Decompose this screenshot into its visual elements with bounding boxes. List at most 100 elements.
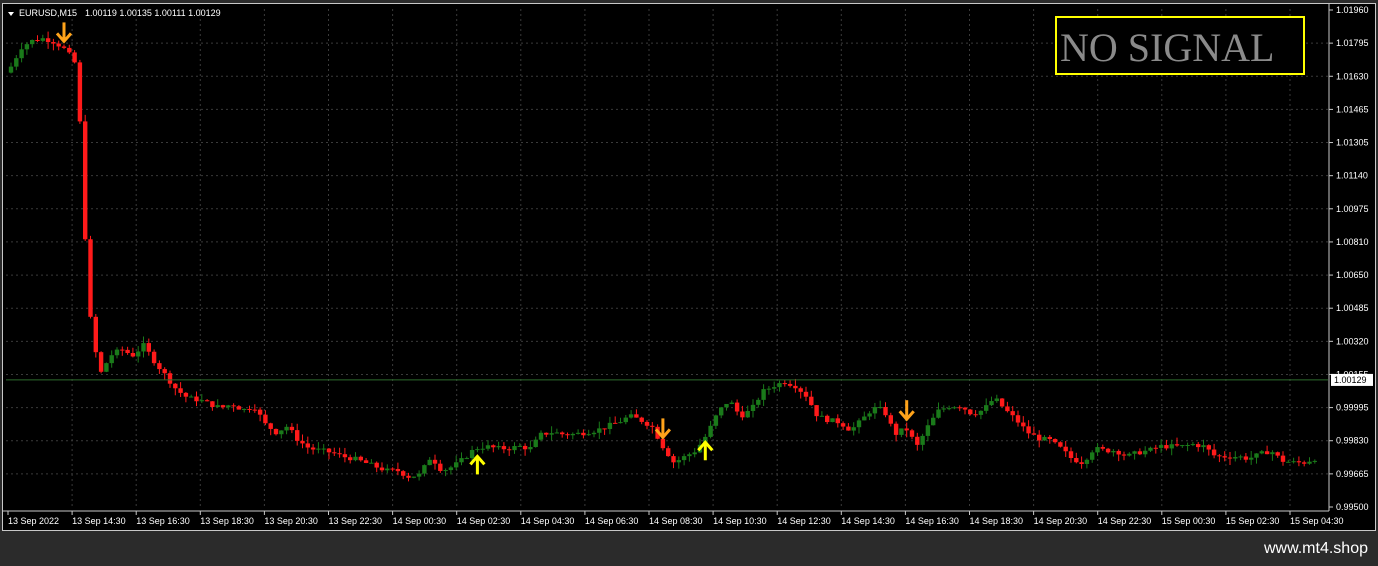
- candle-body: [194, 396, 199, 402]
- sell-arrow-icon: [55, 22, 73, 44]
- candle-body: [639, 417, 644, 422]
- time-tick-label: 14 Sep 04:30: [521, 516, 575, 526]
- time-tick-label: 14 Sep 14:30: [841, 516, 895, 526]
- candle-body: [1233, 456, 1238, 459]
- candle-body: [342, 454, 348, 458]
- candle-body: [872, 407, 878, 414]
- candle-body: [14, 58, 19, 67]
- candle-body: [1249, 457, 1254, 460]
- candle-body: [999, 398, 1005, 407]
- candle-body: [321, 448, 326, 450]
- candle-body: [946, 408, 952, 410]
- candle-body: [750, 404, 756, 411]
- candle-body: [183, 392, 189, 397]
- price-tick-label: 1.01140: [1336, 171, 1368, 181]
- time-tick-label: 14 Sep 22:30: [1098, 516, 1152, 526]
- candle-body: [1116, 450, 1121, 455]
- candle-body: [316, 448, 321, 450]
- candle-body: [390, 468, 395, 470]
- candle-body: [67, 47, 72, 53]
- candle-body: [273, 428, 279, 435]
- candle-body: [1042, 436, 1047, 441]
- candle-body: [787, 383, 793, 386]
- candle-body: [618, 422, 623, 424]
- candle-body: [734, 402, 740, 412]
- candle-body: [909, 430, 915, 437]
- candle-body: [348, 457, 353, 461]
- candle-body: [1280, 455, 1286, 462]
- price-tick-label: 1.00650: [1336, 270, 1369, 280]
- candle-body: [586, 434, 591, 436]
- candle-body: [300, 440, 305, 444]
- candle-body: [1063, 446, 1068, 452]
- candle-body: [167, 373, 173, 384]
- price-tick-label: 1.01630: [1336, 71, 1369, 81]
- candle-body: [1296, 461, 1302, 463]
- candle-body: [247, 408, 252, 410]
- candle-body: [1302, 462, 1307, 464]
- time-tick-label: 15 Sep 00:30: [1162, 516, 1216, 526]
- candle-body: [284, 426, 289, 431]
- candle-body: [1153, 447, 1158, 449]
- price-tick-label: 1.01305: [1336, 138, 1369, 148]
- price-tick-label: 0.99500: [1336, 502, 1369, 512]
- price-tick-label: 0.99665: [1336, 469, 1369, 479]
- candle-body: [893, 423, 899, 435]
- candle-body: [756, 399, 761, 405]
- time-tick-label: 13 Sep 22:30: [329, 516, 383, 526]
- candle-body: [856, 420, 862, 428]
- candle-body: [19, 49, 24, 59]
- candle-body: [1052, 439, 1058, 443]
- candle-body: [607, 422, 613, 429]
- time-tick-label: 14 Sep 06:30: [585, 516, 639, 526]
- candles: [8, 31, 1317, 482]
- time-tick-label: 14 Sep 20:30: [1034, 516, 1088, 526]
- candle-body: [332, 452, 337, 454]
- candle-body: [56, 43, 61, 47]
- candle-body: [793, 385, 798, 389]
- candle-body: [814, 405, 819, 417]
- dropdown-triangle-icon[interactable]: [8, 12, 14, 16]
- price-chart[interactable]: EURUSD,M15 1.00119 1.00135 1.00111 1.001…: [3, 4, 1375, 530]
- candle-body: [878, 406, 883, 408]
- candle-body: [326, 448, 332, 453]
- candle-body: [454, 462, 459, 468]
- candle-body: [602, 428, 607, 430]
- candle-body: [507, 449, 512, 451]
- chart-window[interactable]: EURUSD,M15 1.00119 1.00135 1.00111 1.001…: [2, 3, 1376, 531]
- candle-body: [740, 411, 745, 418]
- candle-body: [1132, 451, 1137, 454]
- candle-body: [846, 426, 851, 431]
- candle-body: [427, 459, 432, 466]
- signal-text: NO SIGNAL: [1060, 25, 1274, 70]
- candle-body: [226, 405, 231, 408]
- candle-body: [379, 467, 385, 471]
- candle-body: [1174, 444, 1180, 446]
- candle-body: [1286, 461, 1291, 463]
- candle-body: [671, 456, 676, 463]
- candle-body: [146, 343, 151, 352]
- candle-body: [1058, 442, 1063, 447]
- candle-body: [93, 316, 98, 353]
- candle-body: [1148, 447, 1153, 451]
- time-tick-label: 13 Sep 20:30: [264, 516, 318, 526]
- candle-body: [512, 446, 517, 451]
- candle-body: [1047, 436, 1052, 440]
- candle-body: [310, 447, 316, 450]
- candle-body: [337, 453, 342, 455]
- time-tick-label: 13 Sep 16:30: [136, 516, 190, 526]
- candle-body: [549, 433, 554, 435]
- candle-body: [597, 428, 602, 433]
- candle-body: [660, 438, 666, 449]
- candle-body: [1127, 453, 1132, 456]
- candle-body: [109, 355, 114, 364]
- candle-body: [575, 432, 581, 434]
- candle-body: [819, 415, 825, 417]
- candle-body: [1227, 457, 1233, 459]
- candle-body: [1206, 445, 1211, 450]
- candle-body: [570, 433, 575, 436]
- candle-body: [1037, 434, 1042, 441]
- candle-body: [1201, 445, 1206, 448]
- candle-body: [708, 425, 713, 437]
- candle-body: [681, 456, 687, 461]
